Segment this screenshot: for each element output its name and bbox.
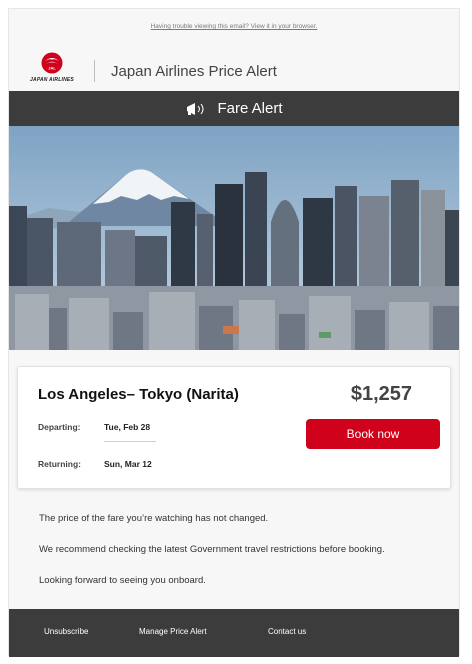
fare-alert-bar: Fare Alert (9, 91, 459, 126)
returning-date: Sun, Mar 12 (104, 459, 152, 469)
message-travel-restrictions: We recommend checking the latest Governm… (39, 544, 385, 555)
jal-crane-logo-icon: JAL (41, 52, 63, 74)
email-container: Having trouble viewing this email? View … (8, 8, 460, 657)
route-title: Los Angeles– Tokyo (Narita) (38, 386, 239, 403)
departing-label: Departing: (38, 422, 81, 432)
brand-divider (94, 60, 95, 82)
fare-card: Los Angeles– Tokyo (Narita) $1,257 Depar… (17, 366, 451, 489)
fare-alert-title: Fare Alert (217, 100, 283, 117)
contact-us-link[interactable]: Contact us (268, 627, 306, 636)
hero-image (9, 126, 459, 350)
departing-date: Tue, Feb 28 (104, 422, 151, 432)
message-closing: Looking forward to seeing you onboard. (39, 575, 206, 586)
mount-fuji-tokyo-skyline-image (9, 126, 459, 350)
logo-mark-text: JAL (48, 66, 56, 71)
fare-price: $1,257 (350, 383, 412, 405)
view-in-browser-link[interactable]: Having trouble viewing this email? View … (151, 23, 318, 30)
returning-label: Returning: (38, 459, 81, 469)
megaphone-icon (187, 102, 204, 115)
manage-price-alert-link[interactable]: Manage Price Alert (139, 627, 207, 636)
brand-title: Japan Airlines Price Alert (111, 63, 277, 80)
unsubscribe-link[interactable]: Unsubscribe (44, 627, 88, 636)
jal-logo[interactable]: JAL JAPAN AIRLINES (21, 52, 83, 90)
brand-header: JAL JAPAN AIRLINES Japan Airlines Price … (9, 47, 459, 93)
trip-divider (104, 441, 156, 442)
book-now-button[interactable]: Book now (306, 419, 440, 449)
logo-wordmark: JAPAN AIRLINES (30, 77, 74, 83)
message-fare-unchanged: The price of the fare you’re watching ha… (39, 513, 269, 524)
footer: Unsubscribe Manage Price Alert Contact u… (9, 609, 459, 657)
preheader: Having trouble viewing this email? View … (9, 23, 459, 30)
